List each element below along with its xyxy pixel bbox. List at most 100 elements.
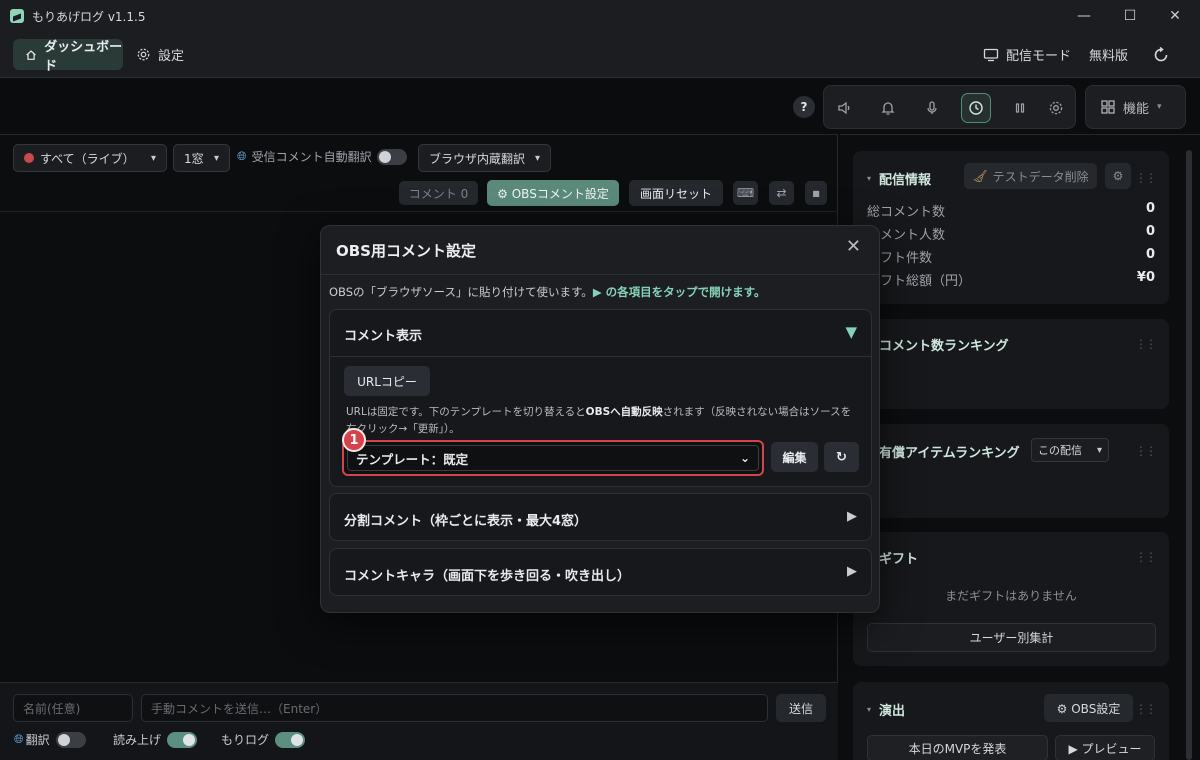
reload-template-button[interactable]: ↻ bbox=[824, 442, 859, 472]
live-dot-icon bbox=[24, 153, 34, 163]
broadcast-mode-button[interactable]: 配信モード bbox=[983, 39, 1071, 70]
translate-toggle[interactable] bbox=[55, 731, 86, 748]
translate-engine-select[interactable]: ブラウザ内蔵翻訳 ▾ bbox=[418, 144, 551, 172]
comment-character-section[interactable]: コメントキャラ（画面下を歩き回る・吹き出し） ▶ bbox=[329, 548, 872, 596]
nav-dashboard-tab[interactable]: ダッシュボード bbox=[13, 39, 123, 74]
app-logo-icon bbox=[10, 9, 24, 23]
divider bbox=[0, 211, 838, 212]
plan-badge[interactable]: 無料版 bbox=[1089, 39, 1128, 70]
morilog-toggle[interactable] bbox=[275, 731, 306, 748]
maximize-button[interactable]: ☐ bbox=[1107, 0, 1153, 32]
split-comment-title: 分割コメント（枠ごとに表示・最大4窓） bbox=[344, 514, 588, 529]
help-icon[interactable]: ? bbox=[793, 96, 815, 118]
caret-icon: ▾ bbox=[867, 705, 872, 714]
chevron-down-icon: ⌄ bbox=[739, 451, 750, 465]
feature-menu-label: 機能 bbox=[1123, 101, 1150, 117]
translate-toggle-group: 🌐︎ 翻訳 bbox=[14, 731, 86, 748]
nav-bar: ダッシュボード 設定 配信モード 無料版 bbox=[0, 32, 1200, 78]
comment-count-badge: コメント 0 bbox=[399, 181, 478, 205]
effects-title[interactable]: ▾ 演出 bbox=[867, 700, 905, 719]
ranking-scope-select[interactable]: この配信 ▾ bbox=[1031, 438, 1109, 462]
plan-label: 無料版 bbox=[1089, 49, 1129, 64]
morilog-label: もりログ bbox=[221, 733, 270, 747]
speaker-icon[interactable] bbox=[830, 93, 860, 123]
broadcast-info-card: ▾ 配信情報 🧹︎ テストデータ削除 ⚙ ⋮⋮ 総コメント数 0 コメント人数 0 … bbox=[853, 151, 1169, 304]
effects-card: ▾ 演出 ⚙ OBS設定 ⋮⋮ 本日のMVPを発表 ▶ プレビュー bbox=[853, 682, 1169, 760]
drag-handle-icon[interactable]: ⋮⋮ bbox=[1135, 171, 1157, 185]
info-settings-gear-icon[interactable]: ⚙ bbox=[1105, 163, 1131, 189]
clock-icon[interactable] bbox=[961, 93, 991, 123]
effects-label: 演出 bbox=[879, 704, 906, 719]
manual-comment-input[interactable]: 手動コメントを送信…（Enter） bbox=[141, 694, 768, 722]
globe-icon: 🌐︎ bbox=[237, 149, 247, 163]
window-count-value: 1窓 bbox=[184, 151, 204, 166]
sidebar-scrollbar[interactable] bbox=[1186, 150, 1192, 760]
caret-icon: ▾ bbox=[867, 174, 872, 183]
auto-translate-control: 🌐︎ 受信コメント自動翻訳 bbox=[237, 148, 407, 165]
chevron-down-icon: ▾ bbox=[1157, 102, 1162, 112]
per-user-summary-button[interactable]: ユーザー別集計 bbox=[867, 623, 1156, 652]
broadcast-info-label: 配信情報 bbox=[879, 173, 932, 188]
delete-test-data-label: テストデータ削除 bbox=[992, 169, 1089, 184]
split-comment-section[interactable]: 分割コメント（枠ごとに表示・最大4窓） ▶ bbox=[329, 493, 872, 541]
annotation-marker: 1 bbox=[342, 428, 366, 452]
url-copy-button[interactable]: URLコピー bbox=[344, 366, 430, 396]
stat-row: ギフト総額（円） ¥0 bbox=[867, 270, 1155, 289]
drag-handle-icon[interactable]: ⋮⋮ bbox=[1135, 337, 1157, 351]
drag-handle-icon[interactable]: ⋮⋮ bbox=[1135, 702, 1157, 716]
screen-reset-button[interactable]: 画面リセット bbox=[629, 180, 723, 206]
chevron-down-icon: ▾ bbox=[534, 152, 540, 164]
delete-test-data-button[interactable]: 🧹︎ テストデータ削除 bbox=[964, 163, 1097, 189]
comment-ranking-label: コメント数ランキング bbox=[879, 339, 1009, 354]
close-icon[interactable]: ✕ bbox=[846, 236, 861, 257]
bell-icon[interactable] bbox=[873, 93, 903, 123]
monitor-icon bbox=[983, 48, 999, 61]
comment-ranking-title[interactable]: ▾ コメント数ランキング bbox=[867, 335, 1009, 354]
drag-handle-icon[interactable]: ⋮⋮ bbox=[1135, 444, 1157, 458]
close-window-button[interactable]: ✕ bbox=[1152, 0, 1198, 32]
settings-gear-icon[interactable] bbox=[1041, 93, 1071, 123]
obs-comment-settings-button[interactable]: ⚙ OBSコメント設定 bbox=[487, 180, 619, 206]
read-aloud-toggle-group: 読み上げ bbox=[113, 731, 198, 748]
paid-item-ranking-card: ▾ 有償アイテムランキング この配信 ▾ ⋮⋮ bbox=[853, 424, 1169, 518]
keyboard-icon[interactable]: ⌨ bbox=[733, 181, 758, 205]
grid-icon bbox=[1101, 100, 1115, 114]
window-count-select[interactable]: 1窓 ▾ bbox=[173, 144, 230, 172]
minimize-button[interactable]: — bbox=[1061, 0, 1107, 32]
drag-handle-icon[interactable]: ⋮⋮ bbox=[1135, 550, 1157, 564]
url-note: URLは固定です。下のテンプレートを切り替えるとOBSへ自動反映されます（反映さ… bbox=[346, 406, 852, 435]
comment-display-title[interactable]: コメント表示 bbox=[344, 325, 422, 344]
announce-mvp-button[interactable]: 本日のMVPを発表 bbox=[867, 735, 1048, 760]
feature-menu-button[interactable]: 機能 ▾ bbox=[1085, 85, 1186, 129]
source-filter-select[interactable]: すべて（ライブ） ▾ bbox=[13, 144, 167, 172]
pause-icon[interactable] bbox=[1005, 93, 1035, 123]
broom-icon: 🧹︎ bbox=[972, 169, 988, 183]
morilog-toggle-group: もりログ bbox=[221, 731, 306, 748]
template-select-value: テンプレート：既定 bbox=[356, 451, 469, 467]
effects-obs-settings-button[interactable]: ⚙ OBS設定 bbox=[1044, 694, 1133, 722]
nav-settings-tab[interactable]: 設定 bbox=[136, 39, 184, 70]
nav-settings-label: 設定 bbox=[158, 49, 185, 64]
title-bar: もりあげログ v1.1.5 — ☐ ✕ bbox=[0, 0, 1200, 32]
preview-button[interactable]: ▶ プレビュー bbox=[1055, 735, 1155, 760]
expanded-triangle-icon[interactable]: ▼ bbox=[845, 323, 857, 341]
dialog-description: OBSの「ブラウザソース」に貼り付けて使います。▶ の各項目をタップで開けます。 bbox=[329, 285, 766, 299]
auto-translate-toggle[interactable] bbox=[376, 148, 407, 165]
read-aloud-toggle[interactable] bbox=[167, 731, 198, 748]
stat-row: ギフト件数 0 bbox=[867, 247, 1155, 266]
chevron-down-icon: ▾ bbox=[150, 152, 156, 164]
edit-template-button[interactable]: 編集 bbox=[771, 442, 818, 472]
microphone-icon[interactable] bbox=[917, 93, 947, 123]
obs-comment-settings-dialog: OBS用コメント設定 ✕ OBSの「ブラウザソース」に貼り付けて使います。▶ の… bbox=[320, 225, 880, 613]
paid-item-ranking-title[interactable]: ▾ 有償アイテムランキング bbox=[867, 442, 1020, 461]
template-select[interactable]: テンプレート：既定 ⌄ 1 bbox=[342, 428, 764, 476]
broadcast-info-title[interactable]: ▾ 配信情報 bbox=[867, 169, 931, 188]
name-input[interactable]: 名前(任意) bbox=[13, 694, 133, 722]
refresh-button[interactable] bbox=[1152, 39, 1170, 70]
nav-dashboard-label: ダッシュボード bbox=[44, 39, 123, 74]
dialog-title: OBS用コメント設定 bbox=[336, 242, 476, 260]
broadcast-mode-label: 配信モード bbox=[1006, 49, 1072, 64]
swap-icon[interactable]: ⇄ bbox=[769, 181, 794, 205]
small-dot-icon[interactable]: ■ bbox=[805, 181, 827, 205]
send-button[interactable]: 送信 bbox=[776, 694, 826, 722]
